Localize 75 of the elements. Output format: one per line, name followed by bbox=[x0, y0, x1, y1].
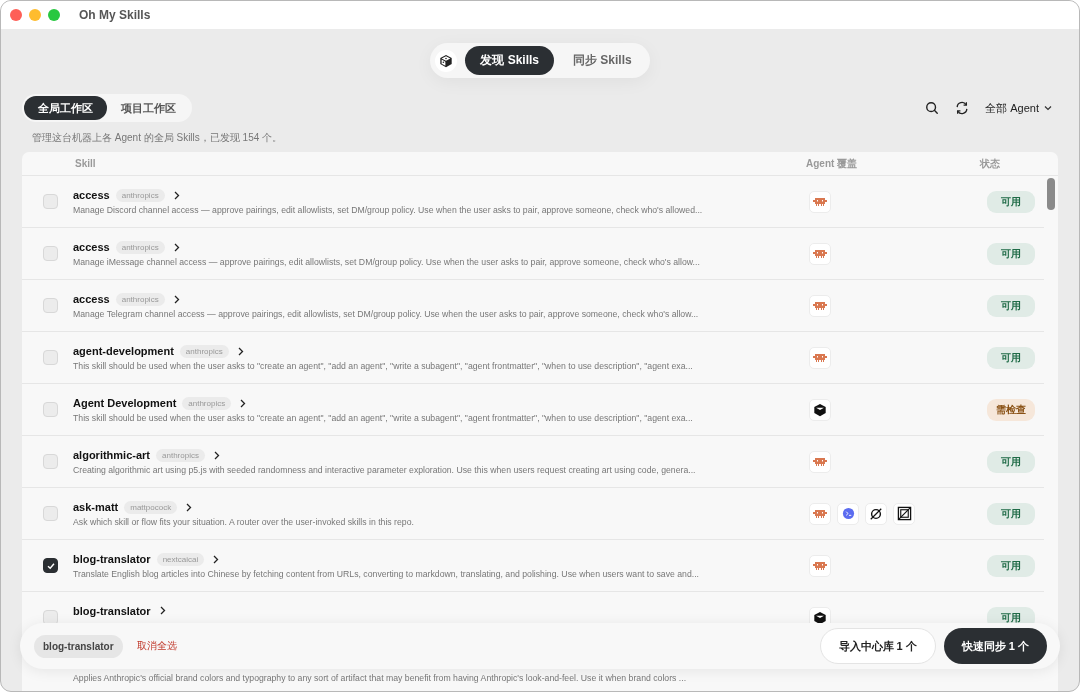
chevron-right-icon[interactable] bbox=[173, 294, 180, 304]
chevron-right-icon[interactable] bbox=[213, 554, 220, 564]
status-badge: 可用 bbox=[987, 242, 1035, 265]
scrollbar-thumb[interactable] bbox=[1047, 178, 1055, 210]
terminal-icon bbox=[837, 502, 859, 525]
crab-icon bbox=[809, 502, 831, 525]
chevron-down-icon bbox=[1044, 105, 1052, 111]
skill-description: Ask which skill or flow fits your situation. A router over the user-invoked skills in this repo. bbox=[73, 516, 415, 527]
skill-name: algorithmic-art bbox=[73, 449, 150, 461]
import-button[interactable]: 导入中心库 1 个 bbox=[819, 628, 936, 664]
skill-name: Agent Development bbox=[73, 397, 177, 409]
skill-name: blog-translator bbox=[73, 604, 151, 617]
cube-logo-icon bbox=[435, 49, 458, 72]
close-button[interactable] bbox=[10, 9, 22, 21]
chevron-right-icon[interactable] bbox=[213, 450, 220, 460]
crab-icon bbox=[809, 294, 831, 317]
skill-description: Translate English blog articles into Chinese by fetching content from URLs, converting to markdown, translating, and polishing. Use when users want to save and... bbox=[73, 568, 700, 579]
chevron-right-icon[interactable] bbox=[173, 190, 180, 200]
source-tag: anthropics bbox=[115, 240, 165, 254]
crab-icon bbox=[809, 190, 831, 213]
skill-name: access bbox=[73, 189, 110, 201]
source-tag: anthropics bbox=[115, 292, 165, 306]
status-badge: 需检查 bbox=[987, 398, 1035, 421]
skill-name: access bbox=[73, 241, 110, 253]
row-checkbox[interactable] bbox=[43, 558, 58, 573]
skill-description: Applies Anthropic's official brand colors and typography to any sort of artifact that may benefit from having Anthropic's look-and-feel. Use it when brand colors ... bbox=[73, 673, 688, 683]
status-badge: 可用 bbox=[987, 294, 1035, 317]
status-badge: 可用 bbox=[987, 190, 1035, 213]
column-header: Skill bbox=[75, 158, 97, 169]
cube-icon bbox=[809, 398, 831, 421]
chevron-right-icon[interactable] bbox=[173, 242, 180, 252]
crab-icon bbox=[809, 450, 831, 473]
deselect-all-link[interactable]: 取消全选 bbox=[136, 639, 177, 653]
source-tag: anthropics bbox=[182, 396, 232, 410]
summary-text: 管理这台机器上各 Agent 的全局 Skills，已发现 154 个。 bbox=[32, 131, 284, 145]
selected-skill-chip[interactable]: blog-translator bbox=[34, 634, 123, 658]
chevron-right-icon[interactable] bbox=[237, 346, 244, 356]
status-badge: 可用 bbox=[987, 450, 1035, 473]
skill-description: This skill should be used when the user asks to "create an agent", "add an agent", "write a subagent", "agent frontmatter", "when to use description", "agent exa... bbox=[73, 360, 694, 371]
crab-icon bbox=[809, 346, 831, 369]
skill-name: ask-matt bbox=[73, 501, 119, 513]
skill-description: Manage Telegram channel access — approve pairings, edit allowlists, set DM/group policy. Use when the user asks to pair, approve someone, check who's allow... bbox=[73, 308, 700, 319]
source-tag: nextcaicai bbox=[156, 552, 205, 566]
crab-icon bbox=[809, 242, 831, 265]
skill-description: Manage iMessage channel access — approve pairings, edit allowlists, set DM/group policy. Use when the user asks to pair, approve someone, check who's allow... bbox=[73, 256, 701, 267]
mode-tab[interactable]: 发现 Skills bbox=[465, 46, 554, 75]
skill-description: Manage Discord channel access — approve pairings, edit allowlists, set DM/group policy. Use when the user asks to pair, approve someone, check who's allowed... bbox=[73, 204, 704, 215]
source-tag: mattpocock bbox=[124, 500, 178, 514]
checkmark-icon bbox=[45, 560, 56, 571]
search-icon[interactable] bbox=[925, 101, 940, 115]
skill-name: blog-translator bbox=[73, 553, 151, 565]
skill-name: access bbox=[73, 293, 110, 305]
skill-description: Creating algorithmic art using p5.js with seeded randomness and interactive parameter exploration. Use this when users request creating art using code, genera... bbox=[73, 464, 697, 475]
status-badge: 可用 bbox=[987, 502, 1035, 525]
skill-name: agent-development bbox=[73, 345, 174, 357]
chevron-right-icon[interactable] bbox=[240, 398, 247, 408]
quick-sync-button[interactable]: 快速同步 1 个 bbox=[943, 628, 1047, 664]
chevron-right-icon[interactable] bbox=[186, 502, 193, 512]
source-tag: anthropics bbox=[115, 188, 165, 202]
source-tag: anthropics bbox=[179, 344, 229, 358]
source-tag: anthropics bbox=[156, 448, 205, 462]
status-badge: 可用 bbox=[987, 554, 1035, 577]
workspace-tab[interactable]: 全局工作区 bbox=[24, 96, 107, 120]
column-header: Agent 覆盖 bbox=[806, 156, 859, 171]
workspace-tab[interactable]: 项目工作区 bbox=[107, 96, 190, 120]
mode-tab[interactable]: 同步 Skills bbox=[558, 46, 647, 75]
status-badge: 可用 bbox=[987, 346, 1035, 369]
refresh-icon[interactable] bbox=[955, 101, 970, 115]
skill-description: This skill should be used when the user asks to "create an agent", "add an agent", "write a subagent", "agent frontmatter", "when to use description", "agent exa... bbox=[73, 412, 694, 423]
crab-icon bbox=[809, 554, 831, 577]
agent-filter-dropdown[interactable]: 全部 Agent bbox=[985, 100, 1052, 116]
framed-slash-icon bbox=[893, 502, 915, 525]
window-title: Oh My Skills bbox=[79, 8, 151, 22]
chevron-right-icon[interactable] bbox=[159, 606, 166, 615]
column-header: 状态 bbox=[978, 156, 1001, 171]
